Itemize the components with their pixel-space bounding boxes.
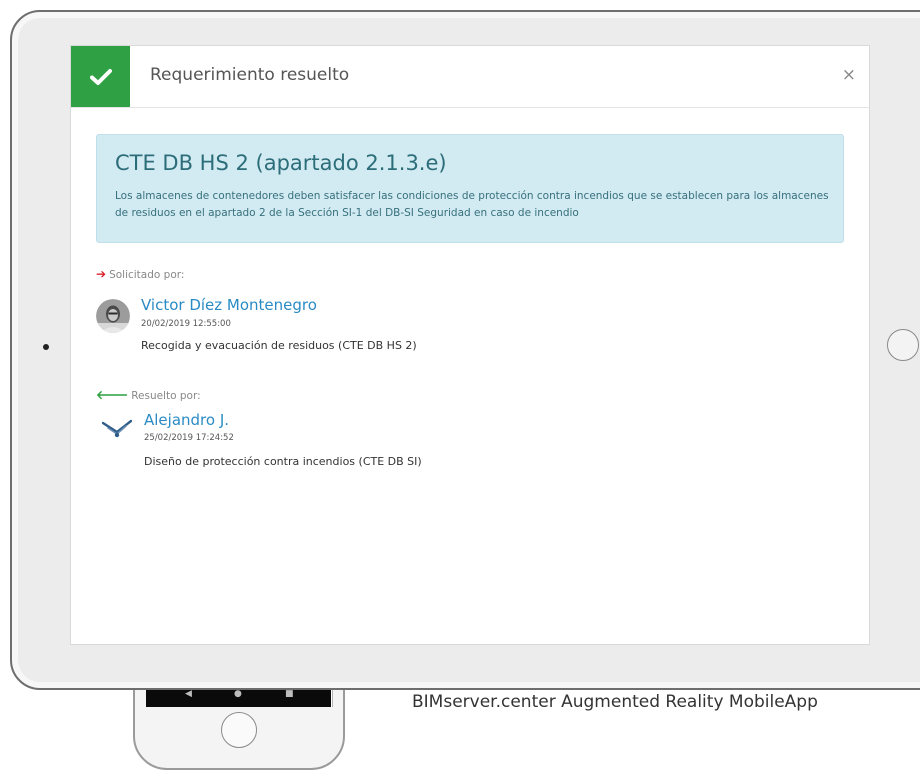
resolver-discipline: Diseño de protección contra incendios (C… (144, 455, 422, 468)
requirement-panel: CTE DB HS 2 (apartado 2.1.3.e) Los almac… (96, 134, 844, 243)
tablet-home-button[interactable] (887, 329, 919, 361)
tablet-camera (43, 344, 49, 350)
requester-discipline: Recogida y evacuación de residuos (CTE D… (141, 339, 417, 352)
resolved-by-label: 🡐 Resuelto por: (96, 387, 201, 402)
requester-name-link[interactable]: Victor Díez Montenegro (141, 296, 317, 314)
resolved-timestamp: 25/02/2019 17:24:52 (144, 433, 234, 443)
requirement-code: CTE DB HS 2 (apartado 2.1.3.e) (115, 151, 447, 175)
resolver-name-link[interactable]: Alejandro J. (144, 411, 229, 429)
modal-dialog: Requerimiento resuelto × CTE DB HS 2 (ap… (71, 46, 869, 644)
modal-title: Requerimiento resuelto (150, 65, 350, 85)
arrow-left-icon: 🡐 (96, 388, 129, 402)
check-icon (89, 68, 112, 85)
back-icon[interactable]: ◀ (185, 690, 192, 699)
avatar (96, 299, 130, 333)
requested-timestamp: 20/02/2019 12:55:00 (141, 319, 231, 329)
recents-icon[interactable]: ■ (285, 690, 294, 699)
home-dot-icon[interactable]: ● (234, 690, 242, 699)
phone-home-button[interactable] (221, 712, 257, 748)
company-logo-icon (102, 419, 132, 438)
arrow-right-icon: ➔ (96, 267, 107, 281)
requirement-description: Los almacenes de contenedores deben sati… (115, 190, 829, 219)
requested-by-text: Solicitado por: (109, 269, 185, 281)
requested-by-label: ➔ Solicitado por: (96, 267, 184, 281)
success-status-badge (71, 46, 130, 107)
app-caption: BIMserver.center Augmented Reality Mobil… (412, 692, 818, 712)
resolved-by-text: Resuelto por: (131, 390, 201, 402)
modal-header: Requerimiento resuelto × (71, 46, 869, 108)
close-icon[interactable]: × (842, 65, 856, 85)
